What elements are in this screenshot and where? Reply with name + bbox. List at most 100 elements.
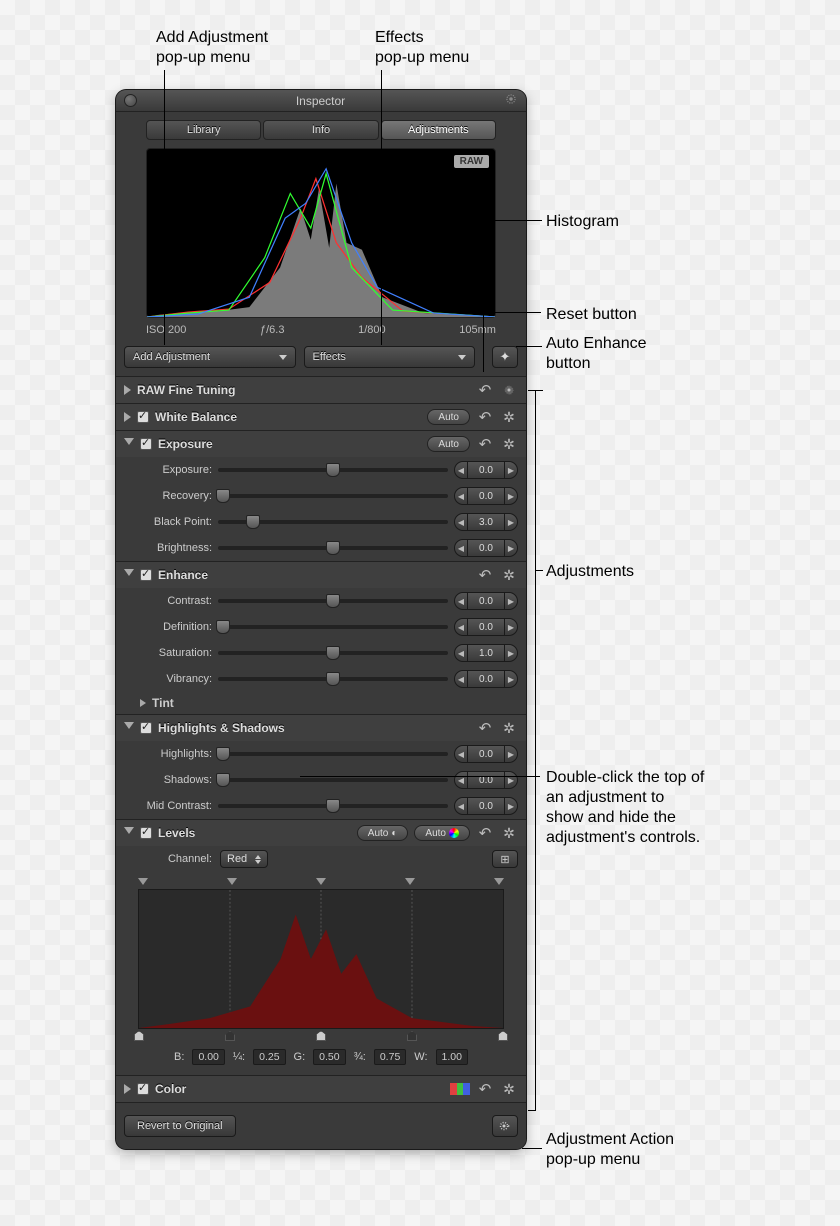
dec-button[interactable]: ◀ <box>454 592 468 610</box>
lvl-q-field[interactable]: 0.25 <box>253 1049 285 1065</box>
action-gear-button[interactable]: ✲ <box>500 566 518 584</box>
slider-thumb[interactable] <box>216 489 230 503</box>
value-field[interactable]: 0.0 <box>468 797 504 815</box>
slider-track[interactable] <box>218 804 448 808</box>
lvl-g-field[interactable]: 0.50 <box>313 1049 345 1065</box>
reset-button[interactable]: ↶ <box>476 1080 494 1098</box>
inc-button[interactable]: ▶ <box>504 487 518 505</box>
value-field[interactable]: 0.0 <box>468 670 504 688</box>
inc-button[interactable]: ▶ <box>504 539 518 557</box>
wb-auto-button[interactable]: Auto <box>427 409 470 425</box>
enhance-checkbox[interactable] <box>140 569 152 581</box>
level-quarter-marker[interactable] <box>225 1031 235 1041</box>
level-gray-marker[interactable] <box>316 1031 326 1041</box>
slider-track[interactable] <box>218 677 448 681</box>
inc-button[interactable]: ▶ <box>504 771 518 789</box>
levels-auto-luma[interactable]: Auto◐ <box>357 825 409 841</box>
inc-button[interactable]: ▶ <box>504 745 518 763</box>
levels-expand-button[interactable]: ⊞ <box>492 850 518 868</box>
slider-track[interactable] <box>218 494 448 498</box>
slider-track[interactable] <box>218 599 448 603</box>
dec-button[interactable]: ◀ <box>454 539 468 557</box>
lvl-tq-field[interactable]: 0.75 <box>374 1049 406 1065</box>
slider-thumb[interactable] <box>326 672 340 686</box>
slider-track[interactable] <box>218 752 448 756</box>
section-exposure[interactable]: Exposure Auto ↶ ✲ <box>116 431 526 457</box>
slider-thumb[interactable] <box>326 799 340 813</box>
close-button[interactable] <box>124 94 137 107</box>
value-field[interactable]: 0.0 <box>468 461 504 479</box>
action-gear-button[interactable]: ✲ <box>500 1080 518 1098</box>
effects-popup[interactable]: Effects <box>304 346 476 368</box>
inc-button[interactable]: ▶ <box>504 670 518 688</box>
section-color[interactable]: Color ↶ ✲ <box>116 1076 526 1102</box>
section-white-balance[interactable]: White Balance Auto ↶ ✲ <box>116 404 526 430</box>
value-field[interactable]: 0.0 <box>468 771 504 789</box>
section-highlights-shadows[interactable]: Highlights & Shadows ↶ ✲ <box>116 715 526 741</box>
slider-thumb[interactable] <box>326 541 340 555</box>
disclose-icon[interactable] <box>124 722 134 734</box>
inc-button[interactable]: ▶ <box>504 592 518 610</box>
inc-button[interactable]: ▶ <box>504 618 518 636</box>
lvl-w-field[interactable]: 1.00 <box>436 1049 468 1065</box>
exposure-auto-button[interactable]: Auto <box>427 436 470 452</box>
inc-button[interactable]: ▶ <box>504 461 518 479</box>
lvl-b-field[interactable]: 0.00 <box>192 1049 224 1065</box>
level-top-marker[interactable] <box>227 878 237 885</box>
slider-thumb[interactable] <box>326 463 340 477</box>
panel-menu-button[interactable] <box>504 92 518 109</box>
level-white-marker[interactable] <box>498 1031 508 1041</box>
level-three-quarter-marker[interactable] <box>407 1031 417 1041</box>
slider-track[interactable] <box>218 625 448 629</box>
wb-checkbox[interactable] <box>137 411 149 423</box>
action-gear-button[interactable] <box>500 381 518 399</box>
channel-select[interactable]: Red <box>220 850 268 868</box>
add-adjustment-popup[interactable]: Add Adjustment <box>124 346 296 368</box>
value-field[interactable]: 1.0 <box>468 644 504 662</box>
tab-info[interactable]: Info <box>263 120 378 140</box>
slider-track[interactable] <box>218 520 448 524</box>
value-field[interactable]: 0.0 <box>468 618 504 636</box>
inc-button[interactable]: ▶ <box>504 513 518 531</box>
level-black-marker[interactable] <box>134 1031 144 1041</box>
slider-thumb[interactable] <box>216 747 230 761</box>
dec-button[interactable]: ◀ <box>454 797 468 815</box>
color-checkbox[interactable] <box>137 1083 149 1095</box>
disclose-icon[interactable] <box>124 412 131 422</box>
reset-button[interactable]: ↶ <box>476 435 494 453</box>
reset-button[interactable]: ↶ <box>476 824 494 842</box>
inc-button[interactable]: ▶ <box>504 797 518 815</box>
dec-button[interactable]: ◀ <box>454 644 468 662</box>
dec-button[interactable]: ◀ <box>454 670 468 688</box>
tab-adjustments[interactable]: Adjustments <box>381 120 496 140</box>
disclose-icon[interactable] <box>124 827 134 839</box>
slider-track[interactable] <box>218 651 448 655</box>
dec-button[interactable]: ◀ <box>454 487 468 505</box>
level-top-marker[interactable] <box>138 878 148 885</box>
slider-track[interactable] <box>218 546 448 550</box>
value-field[interactable]: 0.0 <box>468 487 504 505</box>
value-field[interactable]: 0.0 <box>468 745 504 763</box>
levels-auto-color[interactable]: Auto <box>414 825 470 841</box>
reset-button[interactable]: ↶ <box>476 719 494 737</box>
disclose-icon[interactable] <box>140 699 146 707</box>
inc-button[interactable]: ▶ <box>504 644 518 662</box>
level-top-marker[interactable] <box>405 878 415 885</box>
slider-thumb[interactable] <box>216 620 230 634</box>
slider-thumb[interactable] <box>246 515 260 529</box>
dec-button[interactable]: ◀ <box>454 771 468 789</box>
revert-button[interactable]: Revert to Original <box>124 1115 236 1137</box>
value-field[interactable]: 0.0 <box>468 539 504 557</box>
level-top-marker[interactable] <box>494 878 504 885</box>
slider-track[interactable] <box>218 468 448 472</box>
auto-enhance-button[interactable]: ✦ <box>492 346 518 368</box>
slider-track[interactable] <box>218 778 448 782</box>
levels-checkbox[interactable] <box>140 827 152 839</box>
slider-thumb[interactable] <box>216 773 230 787</box>
dec-button[interactable]: ◀ <box>454 461 468 479</box>
exposure-checkbox[interactable] <box>140 438 152 450</box>
action-gear-button[interactable]: ✲ <box>500 719 518 737</box>
section-enhance[interactable]: Enhance ↶ ✲ <box>116 562 526 588</box>
action-gear-button[interactable]: ✲ <box>500 824 518 842</box>
level-top-marker[interactable] <box>316 878 326 885</box>
